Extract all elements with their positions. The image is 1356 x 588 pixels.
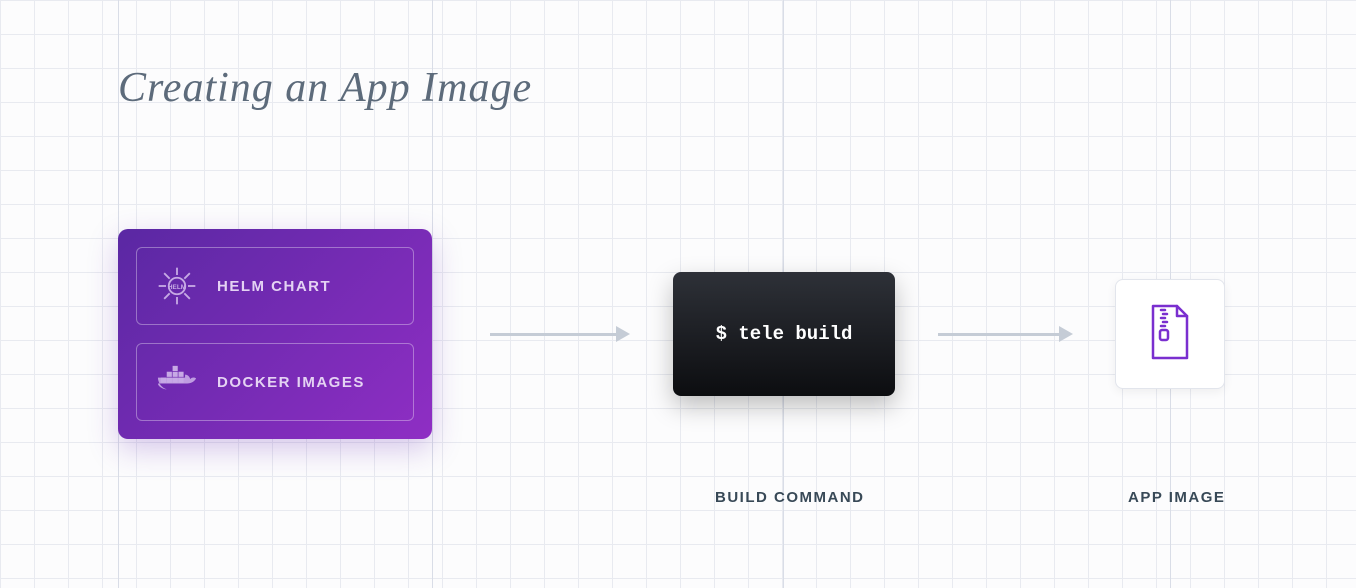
arrow-icon	[938, 332, 1073, 336]
inputs-card: HELM HELM CHART DOCKER IMAGES	[118, 229, 432, 439]
build-terminal: $ tele build	[673, 272, 895, 396]
app-image-label: APP IMAGE	[1128, 489, 1225, 506]
docker-images-row: DOCKER IMAGES	[136, 343, 414, 421]
helm-icon: HELM	[155, 264, 199, 308]
build-command-text: $ tele build	[716, 323, 853, 345]
helm-chart-label: HELM CHART	[217, 278, 331, 295]
zip-file-icon	[1145, 302, 1195, 367]
svg-text:HELM: HELM	[168, 284, 186, 291]
diagram-title: Creating an App Image	[118, 64, 532, 112]
docker-icon	[155, 360, 199, 404]
docker-images-label: DOCKER IMAGES	[217, 374, 365, 391]
arrow-icon	[490, 332, 630, 336]
build-command-label: BUILD COMMAND	[715, 489, 864, 506]
helm-chart-row: HELM HELM CHART	[136, 247, 414, 325]
app-image-card	[1115, 279, 1225, 389]
